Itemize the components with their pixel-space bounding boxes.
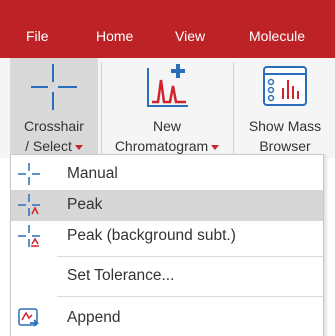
peak-background-icon — [18, 225, 40, 247]
crosshair-label-line1: Crosshair — [24, 118, 84, 134]
menu-item-label: Set Tolerance... — [67, 267, 175, 284]
menu-divider — [57, 296, 323, 297]
ribbon-divider — [101, 62, 102, 154]
menu-bar: File Home View Molecule — [0, 0, 335, 58]
menu-item-label: Append — [67, 309, 121, 326]
tab-molecule[interactable]: Molecule — [249, 28, 305, 44]
crosshair-label-line2: / Select — [25, 138, 72, 154]
chromatogram-label-line2: Chromatogram — [114, 138, 209, 154]
crosshair-icon — [18, 163, 40, 185]
menu-item-peak-background[interactable]: Peak (background subt.) — [11, 221, 323, 252]
menu-item-set-tolerance[interactable]: Set Tolerance... — [11, 261, 323, 292]
tab-view[interactable]: View — [175, 28, 205, 44]
tab-home[interactable]: Home — [96, 28, 133, 44]
menu-item-label: Peak — [67, 196, 103, 213]
peak-crosshair-icon — [18, 194, 40, 216]
menu-item-peak[interactable]: Peak — [11, 190, 323, 221]
menu-item-label: Manual — [67, 165, 118, 182]
chromatogram-icon — [147, 64, 188, 107]
menu-divider — [57, 256, 323, 257]
chevron-down-icon — [211, 144, 220, 150]
menu-item-manual[interactable]: Manual — [11, 159, 323, 190]
mass-browser-label-line1: Show Mass — [248, 118, 322, 134]
show-mass-browser-button[interactable]: Show Mass Browser — [237, 58, 333, 156]
mass-browser-icon — [263, 66, 307, 106]
menu-item-append[interactable]: Append — [11, 303, 323, 334]
crosshair-dropdown-menu: Manual Peak Peak (background subt.) Set … — [10, 154, 324, 336]
crosshair-select-button[interactable]: Crosshair / Select — [10, 58, 98, 156]
chromatogram-label-line1: New — [152, 118, 181, 134]
mass-browser-label-line2: Browser — [259, 138, 311, 154]
append-icon — [18, 308, 40, 327]
tab-file[interactable]: File — [26, 28, 49, 44]
crosshair-icon — [31, 64, 77, 110]
new-chromatogram-button[interactable]: New Chromatogram — [105, 58, 229, 156]
ribbon: Crosshair / Select New Chromatogram Show… — [0, 58, 335, 158]
chevron-down-icon — [74, 144, 83, 150]
ribbon-divider — [233, 62, 234, 154]
menu-item-label: Peak (background subt.) — [67, 227, 236, 244]
